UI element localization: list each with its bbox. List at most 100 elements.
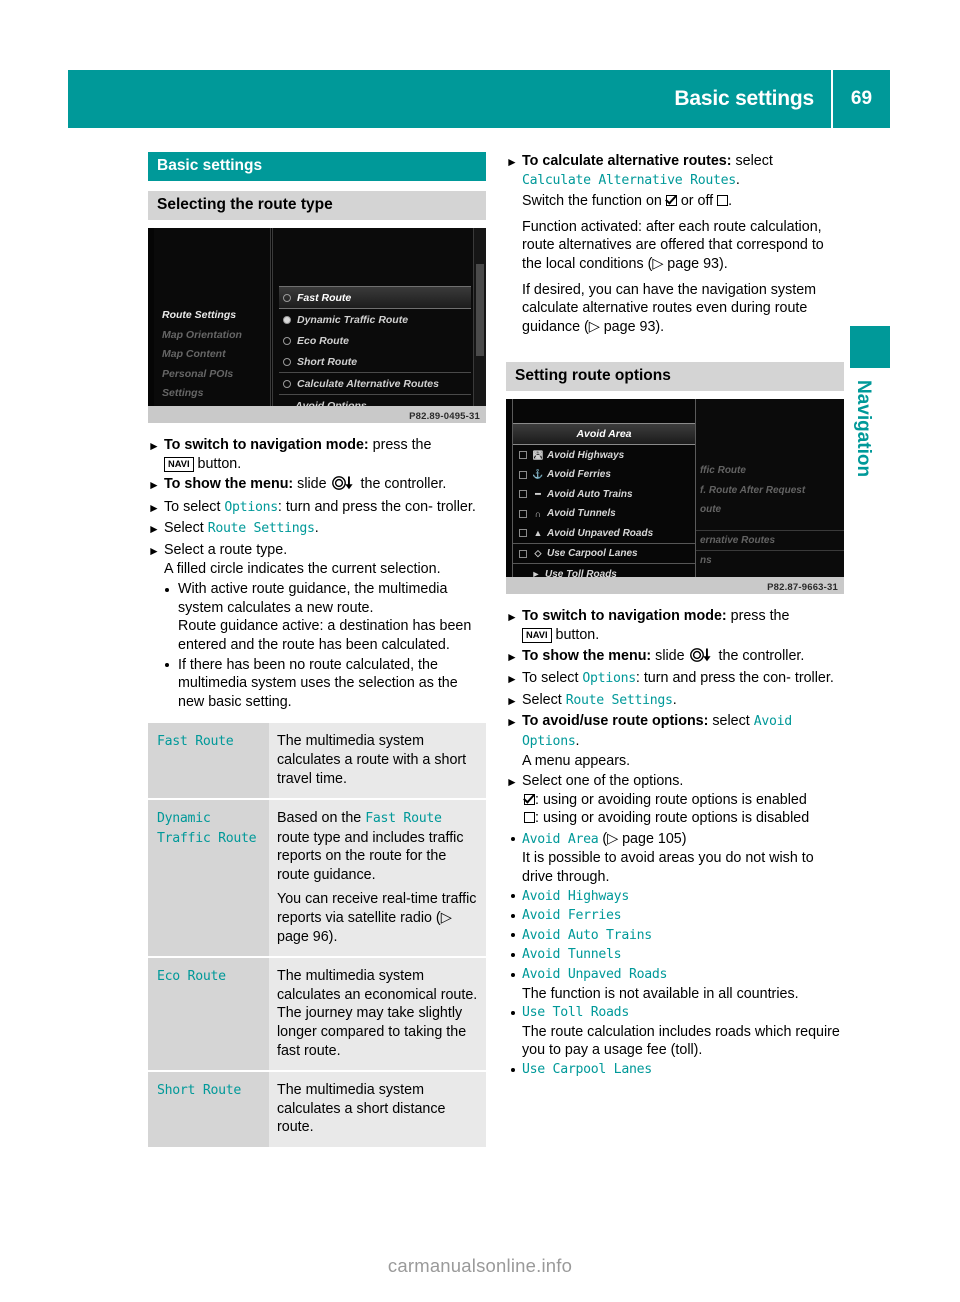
- legend-enabled-text: : using or avoiding route options is ena…: [535, 791, 807, 808]
- screenshot2-highlighted-row: Avoid Area: [513, 423, 695, 446]
- option-note: It is possible to avoid areas you do not…: [522, 850, 814, 886]
- switch-text-post: .: [728, 193, 733, 210]
- route-desc-text: The multimedia system calculates an econ…: [277, 968, 478, 1059]
- step-text: .: [314, 520, 319, 537]
- route-type-name: Dynamic Traffic Route: [157, 811, 257, 846]
- screenshot1-route-type-list: Fast Route Dynamic Traffic Route Eco Rou…: [279, 286, 471, 406]
- option-list-item: Avoid Tunnels: [506, 945, 844, 965]
- checkbox-icon: [519, 470, 527, 479]
- ui-term-avoid-auto-trains: Avoid Auto Trains: [522, 927, 652, 943]
- figure-caption-bar: P82.87-9663-31: [506, 577, 844, 595]
- screenshot1-left-item: Settings: [162, 387, 204, 399]
- step-show-menu: ► To show the menu: slide the controller…: [506, 647, 844, 668]
- screenshot2-option-label: Avoid Ferries: [547, 469, 611, 481]
- screenshot2-option-label: Use Carpool Lanes: [547, 548, 638, 560]
- screenshot2-ghost-row: oute: [700, 504, 722, 516]
- screenshot1-route-item: Fast Route: [279, 286, 471, 309]
- route-desc-text: Based on the: [277, 810, 366, 827]
- step-select-route-settings: ► Select Route Settings.: [506, 691, 844, 711]
- option-page-ref: (▷ page 105): [598, 830, 687, 847]
- tunnel-icon: ∩: [534, 508, 542, 519]
- page-header-band: Basic settings 69: [68, 70, 890, 128]
- screenshot1-left-pane: Route Settings Map Orientation Map Conte…: [154, 228, 271, 406]
- screenshot2-option-label: Avoid Tunnels: [547, 508, 616, 520]
- subsection-heading-setting-route-options: Setting route options: [506, 362, 844, 392]
- step-text: .: [672, 691, 677, 708]
- screenshot1-route-item: Avoid Options: [279, 394, 471, 406]
- route-desc-paragraph: You can receive real-time traffic report…: [277, 891, 477, 945]
- toll-road-icon: ►: [531, 569, 541, 578]
- step-arrow-icon: ►: [506, 775, 518, 790]
- step-text: Select: [164, 520, 208, 537]
- checkbox-icon: [519, 451, 527, 460]
- step-text-tail: button.: [551, 626, 600, 643]
- checkbox-icon: [519, 549, 527, 558]
- table-cell-route-desc: The multimedia system calculates a short…: [269, 1070, 486, 1147]
- step-bold-lead: To calculate alternative routes:: [522, 153, 732, 169]
- screenshot2-ghost-row: f. Route After Request: [700, 484, 806, 496]
- screenshot2-option-row: ━ Avoid Auto Trains: [513, 484, 695, 504]
- route-type-table: Fast Route The multimedia system calcula…: [148, 723, 486, 1147]
- ui-term-use-carpool-lanes: Use Carpool Lanes: [522, 1062, 652, 1077]
- table-cell-route-name: Fast Route: [148, 723, 269, 800]
- screenshot1-left-item: Personal POIs: [162, 367, 234, 380]
- screenshot1-route-label: Eco Route: [297, 334, 349, 347]
- checkbox-checked-icon: [665, 195, 677, 207]
- figure-caption: P82.87-9663-31: [767, 582, 838, 594]
- step-arrow-icon: ►: [148, 439, 160, 453]
- step-arrow-icon: ►: [506, 155, 518, 169]
- radio-icon: [283, 336, 291, 345]
- bullet-item: If there has been no route calculated, t…: [148, 656, 486, 712]
- option-note: The route calculation includes roads whi…: [522, 1023, 840, 1059]
- bullet-text: With active route guidance, the multimed…: [178, 581, 448, 616]
- option-list-item: Avoid Unpaved Roads: [506, 965, 844, 985]
- screenshot2-right-pane: ffic Route f. Route After Request oute e…: [696, 399, 844, 578]
- figure-caption: P82.89-0495-31: [409, 411, 480, 422]
- screenshot1-route-label: Calculate Alternative Routes: [297, 377, 439, 390]
- ui-term-fast-route: Fast Route: [365, 811, 442, 827]
- screenshot1-route-label: Fast Route: [297, 291, 352, 304]
- ui-term-route-settings: Route Settings: [207, 521, 315, 537]
- table-cell-route-desc: The multimedia system calculates an econ…: [269, 956, 486, 1072]
- screenshot2-ghost-row: ffic Route: [700, 465, 746, 477]
- step-text: slide: [293, 476, 327, 493]
- controller-slide-down-icon: [331, 476, 357, 496]
- screenshot2-option-row: ► Use Toll Roads: [513, 563, 695, 577]
- carpool-icon: ◇: [534, 548, 542, 559]
- step-select-options: ► To select Options: turn and press the …: [148, 498, 486, 518]
- navi-button-glyph: NAVI: [522, 627, 552, 643]
- checkbox-icon: [519, 509, 527, 518]
- chapter-tab-label: Navigation: [853, 380, 874, 478]
- screenshot2-ghost-row: ns: [696, 550, 844, 571]
- step-text: .: [575, 732, 580, 749]
- checkbox-checked-icon: [524, 793, 535, 805]
- screenshot2-option-row: ⚓ Avoid Ferries: [513, 465, 695, 485]
- table-row: Short Route The multimedia system calcul…: [148, 1070, 486, 1147]
- scrollbar-thumb: [476, 264, 484, 356]
- auto-train-icon: ━: [535, 488, 541, 499]
- step-text: Select a route type.: [164, 541, 288, 558]
- step-text: select: [708, 713, 754, 730]
- bullet-dot-icon: [511, 1010, 515, 1015]
- step-text-tail: the controller.: [714, 647, 805, 664]
- switch-text-pre: Switch the function on: [522, 193, 666, 210]
- step-text: press the: [368, 437, 432, 453]
- step-select-route-type: ► Select a route type. A filled circle i…: [148, 541, 486, 578]
- screenshot1-left-item: Route Settings: [162, 309, 237, 321]
- route-desc-text: The multimedia system calculates a route…: [277, 733, 467, 787]
- bullet-dot-icon: [511, 837, 515, 842]
- step-arrow-icon: ►: [506, 693, 518, 708]
- table-row: Fast Route The multimedia system calcula…: [148, 723, 486, 800]
- screenshot1-route-item: Short Route: [279, 351, 471, 372]
- screenshot1-route-label: Short Route: [297, 355, 358, 368]
- step-note: A filled circle indicates the current se…: [164, 560, 441, 577]
- step-arrow-icon: ►: [506, 610, 518, 625]
- step-switch-navigation-mode: ► To switch to navigation mode: press th…: [506, 607, 844, 644]
- step-text: .: [735, 171, 740, 188]
- table-row: Dynamic Traffic Route Based on the Fast …: [148, 798, 486, 958]
- option-list-item: Avoid Highways: [506, 887, 844, 907]
- table-cell-route-name: Dynamic Traffic Route: [148, 798, 269, 958]
- step-bold-lead: To switch to navigation mode:: [522, 608, 727, 625]
- step-text: : turn and press the con-: [635, 670, 791, 687]
- ui-term-avoid-highways: Avoid Highways: [522, 888, 629, 904]
